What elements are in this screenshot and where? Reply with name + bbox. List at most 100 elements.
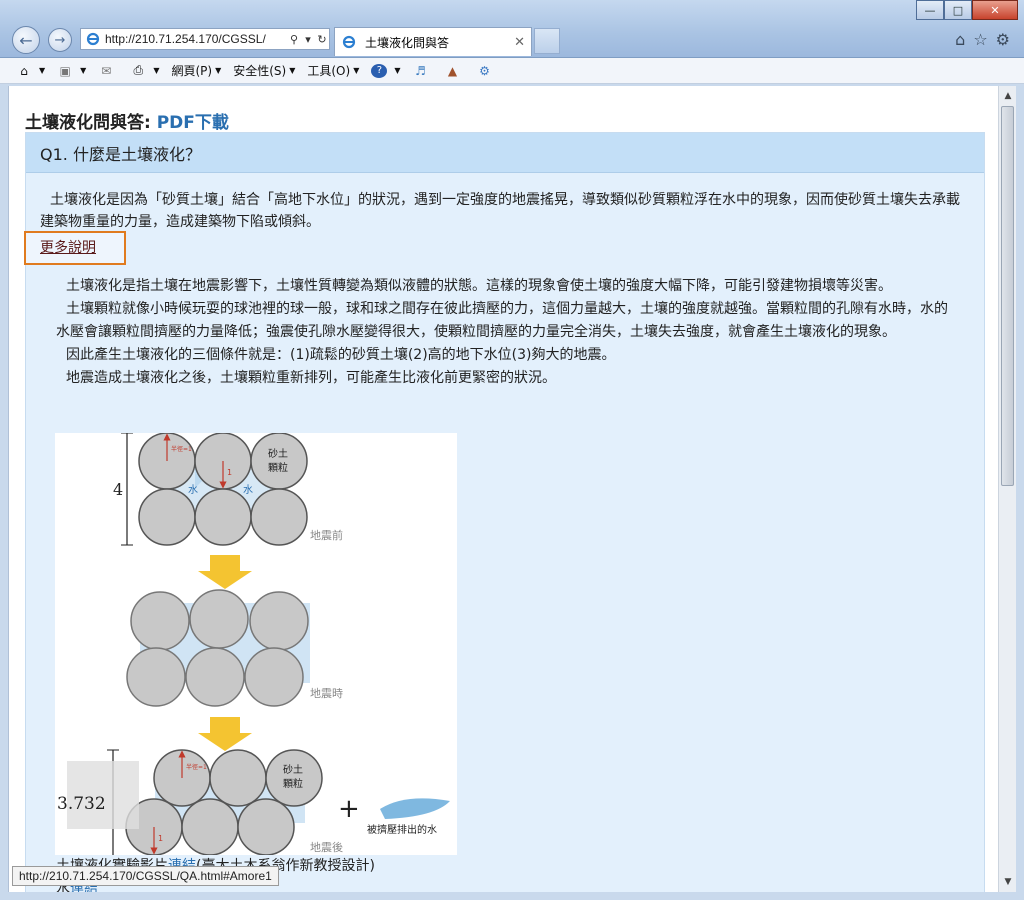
radius-label: 半徑=1 (186, 763, 207, 771)
tools-menu-label: 工具(O) (307, 64, 351, 78)
browser-right-icons: ⌂ ☆ ⚙ (955, 30, 1010, 49)
refresh-icon[interactable]: ↻ (315, 33, 329, 46)
mail-button[interactable]: ✉ (98, 64, 118, 78)
close-window-button[interactable]: ✕ (972, 0, 1018, 20)
address-bar[interactable]: http://210.71.254.170/CGSSL/ ⚲ ▾ ↻ (80, 28, 330, 50)
sand-label: 砂土 (283, 763, 303, 776)
home-menu[interactable]: ⌂ ▼ (16, 64, 45, 78)
arrow-down-icon (198, 555, 252, 589)
before-label: 地震前 (310, 528, 343, 542)
print-icon: ⎙ (133, 63, 144, 77)
command-bar: ⌂ ▼ ▣ ▼ ✉ ⎙ ▼ 網頁(P) ▼ 安全性(S) ▼ 工具(O) ▼ ? ▼ ♬ ▲ … (0, 58, 1024, 84)
chevron-down-icon: ▼ (289, 66, 296, 75)
rss-icon: ▣ (59, 63, 71, 78)
mail-icon: ✉ (101, 63, 112, 78)
chevron-down-icon: ▼ (353, 66, 360, 75)
vertical-scrollbar[interactable]: ▲ ▼ (998, 86, 1016, 892)
detail-paragraph: 地震造成土壤液化之後，土壤顆粒重新排列，可能產生比液化前更緊密的狀況。 (66, 370, 556, 386)
qa-answer-body: 土壤液化是因為「砂質土壤」結合「高地下水位」的狀況，遇到一定強度的地震搖晃，導致… (26, 173, 984, 233)
page-menu[interactable]: 網頁(P) ▼ (171, 62, 221, 79)
unit-label: 1 (227, 468, 232, 477)
particle-label: 顆粒 (268, 461, 288, 474)
home-icon[interactable]: ⌂ (955, 30, 965, 49)
tab-title: 土壤液化問與答 (365, 35, 450, 50)
water-label: 水 (243, 484, 253, 496)
research-button[interactable]: ♬ (413, 64, 433, 78)
gear-icon[interactable]: ⚙ (996, 30, 1010, 49)
height-after-label: 3.732 (57, 794, 106, 814)
address-url[interactable]: http://210.71.254.170/CGSSL/ (105, 32, 287, 46)
forward-button[interactable]: → (48, 28, 72, 52)
chevron-down-icon: ▼ (153, 66, 160, 75)
window-controls: — □ ✕ (916, 0, 1018, 20)
home-icon: ⌂ (20, 63, 28, 78)
feeds-menu[interactable]: ▣ ▼ (57, 64, 86, 78)
safety-menu[interactable]: 安全性(S) ▼ (233, 62, 295, 79)
window-frame-bottom (0, 892, 1024, 900)
research-icon: ♬ (415, 63, 426, 78)
after-stage: 半徑=1 1 砂土 顆粒 3.732 + 被擠壓排出的水 地震後 (57, 749, 450, 856)
radius-label: 半徑=1 (171, 445, 192, 453)
detail-paragraph: 土壤顆粒就像小時候玩耍的球池裡的球一般，球和球之間存在彼此擠壓的力，這個力量越大… (56, 301, 948, 340)
tab-active[interactable]: 土壤液化問與答 ✕ (334, 27, 532, 56)
during-label: 地震時 (310, 687, 343, 700)
answer-text: 土壤液化是因為「砂質土壤」結合「高地下水位」的狀況，遇到一定強度的地震搖晃，導致… (40, 192, 960, 230)
favorites-star-icon[interactable]: ☆ (973, 30, 987, 49)
tools-menu[interactable]: 工具(O) ▼ (307, 62, 359, 79)
search-icon[interactable]: ⚲ (287, 33, 301, 46)
settings-gear-icon: ⚙ (479, 63, 490, 78)
water-label: 水 (188, 484, 198, 496)
tab-close-icon[interactable]: ✕ (514, 35, 525, 50)
browser-titlebar: ← → http://210.71.254.170/CGSSL/ ⚲ ▾ ↻ 土… (0, 0, 1024, 58)
during-stage: 地震時 (126, 589, 343, 707)
height-before-label: 4 (113, 480, 123, 499)
chevron-down-icon: ▼ (215, 66, 222, 75)
ie-logo-icon (85, 31, 101, 47)
particle-label: 顆粒 (283, 777, 303, 790)
page-title-text: 土壤液化問與答: (25, 113, 157, 133)
chevron-down-icon: ▼ (80, 66, 87, 75)
status-url-tooltip: http://210.71.254.170/CGSSL/QA.html#Amor… (12, 866, 279, 886)
settings-button[interactable]: ⚙ (477, 64, 497, 78)
back-button[interactable]: ← (12, 26, 40, 54)
scroll-down-icon[interactable]: ▼ (1000, 874, 1016, 890)
after-label: 地震後 (310, 840, 343, 854)
before-stage: 半徑=1 1 砂土 顆粒 水 水 4 地震前 (113, 432, 343, 546)
detail-paragraph: 土壤液化是指土壤在地震影響下，土壤性質轉變為類似液體的狀態。這樣的現象會使土壤的… (66, 278, 892, 294)
scroll-up-icon[interactable]: ▲ (1000, 88, 1016, 104)
new-tab-button[interactable] (534, 28, 560, 54)
more-explanation-link[interactable]: 更多說明 (40, 237, 96, 257)
help-menu[interactable]: ? ▼ (371, 63, 401, 78)
page-content: 土壤液化問與答: PDF下載 Q1. 什麼是土壤液化？ 土壤液化是因為「砂質土壤… (8, 86, 998, 892)
chevron-down-icon: ▼ (39, 66, 46, 75)
minimize-button[interactable]: — (916, 0, 944, 20)
maximize-button[interactable]: □ (944, 0, 972, 20)
arrow-down-icon (198, 717, 252, 751)
qa-panel: Q1. 什麼是土壤液化？ 土壤液化是因為「砂質土壤」結合「高地下水位」的狀況，遇… (24, 132, 985, 892)
print-menu[interactable]: ⎙ ▼ (130, 63, 160, 78)
addon-icon: ▲ (447, 63, 458, 78)
plus-sign: + (338, 794, 360, 824)
pdf-download-link[interactable]: PDF下載 (157, 113, 229, 133)
sand-label: 砂土 (268, 447, 288, 460)
liquefaction-diagram: 半徑=1 1 砂土 顆粒 水 水 4 地震前 地震時 半徑=1 1 砂土 顆粒 … (55, 432, 457, 856)
qa-question-header[interactable]: Q1. 什麼是土壤液化？ (26, 133, 984, 173)
dropdown-icon[interactable]: ▾ (301, 33, 315, 46)
scroll-thumb[interactable] (1001, 106, 1014, 486)
page-title: 土壤液化問與答: PDF下載 (25, 108, 229, 133)
forward-arrow-icon: → (54, 32, 66, 48)
addon-button[interactable]: ▲ (445, 64, 465, 78)
water-splash-icon (380, 798, 450, 819)
page-menu-label: 網頁(P) (171, 64, 213, 78)
expelled-water-label: 被擠壓排出的水 (367, 823, 437, 836)
chevron-down-icon: ▼ (394, 66, 401, 75)
safety-menu-label: 安全性(S) (233, 64, 287, 78)
detail-paragraph: 因此產生土壤液化的三個條件就是：(1)疏鬆的砂質土壤(2)高的地下水位(3)夠大… (66, 347, 616, 363)
unit-label: 1 (158, 834, 163, 843)
back-arrow-icon: ← (19, 30, 33, 50)
help-icon: ? (371, 63, 388, 78)
detail-section: 土壤液化是指土壤在地震影響下，土壤性質轉變為類似液體的狀態。這樣的現象會使土壤的… (56, 275, 956, 390)
window-frame-right (1016, 86, 1024, 900)
liquefaction-diagram-svg: 半徑=1 1 砂土 顆粒 水 水 4 地震前 地震時 半徑=1 1 砂土 顆粒 … (57, 432, 450, 856)
tab-favicon-icon (341, 34, 357, 50)
